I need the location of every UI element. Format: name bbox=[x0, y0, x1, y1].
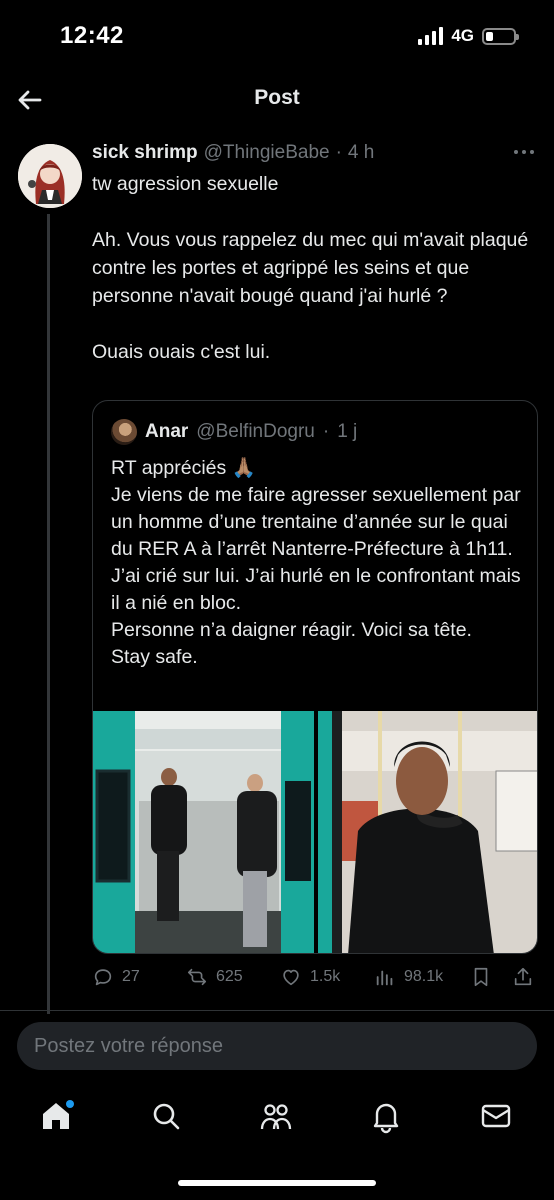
reply-icon bbox=[94, 969, 112, 986]
messages-icon bbox=[481, 1104, 511, 1128]
more-options-button[interactable] bbox=[514, 150, 534, 154]
divider bbox=[0, 1010, 554, 1011]
like-button[interactable]: 1.5k bbox=[280, 966, 340, 988]
author-name[interactable]: sick shrimp bbox=[92, 142, 198, 164]
status-time: 12:42 bbox=[60, 22, 124, 49]
quote-media bbox=[93, 711, 537, 953]
post-separator: · bbox=[335, 142, 342, 163]
quote-author-name: Anar bbox=[145, 421, 189, 442]
quote-header: Anar @BelfinDogru · 1 j bbox=[111, 419, 357, 445]
notifications-icon bbox=[373, 1103, 399, 1134]
nav-communities[interactable] bbox=[258, 1098, 294, 1134]
signal-icon bbox=[418, 27, 444, 45]
home-notification-dot bbox=[66, 1100, 74, 1108]
reply-input[interactable]: Postez votre réponse bbox=[17, 1022, 537, 1070]
author-handle[interactable]: @ThingieBabe bbox=[204, 142, 330, 164]
status-indicators: 4G bbox=[418, 26, 519, 46]
quote-time: 1 j bbox=[337, 421, 358, 442]
heart-icon bbox=[283, 969, 299, 986]
nav-search[interactable] bbox=[148, 1098, 184, 1134]
share-icon bbox=[514, 967, 532, 986]
home-indicator bbox=[178, 1180, 376, 1186]
repost-icon bbox=[187, 968, 207, 986]
network-type: 4G bbox=[451, 26, 474, 45]
quote-image-2[interactable] bbox=[318, 711, 537, 953]
repost-count: 625 bbox=[216, 968, 243, 985]
battery-icon bbox=[482, 27, 519, 45]
reply-button[interactable]: 27 bbox=[92, 966, 140, 988]
avatar-illustration bbox=[18, 144, 82, 208]
bookmark-button[interactable] bbox=[470, 966, 492, 988]
quote-text: RT appréciés 🙏🏽 Je viens de me faire agr… bbox=[111, 457, 521, 668]
post-text-line: Ouais ouais c'est lui. bbox=[92, 341, 271, 363]
post-text: tw agression sexuelle Ah. Vous vous rapp… bbox=[92, 170, 532, 366]
quoted-post[interactable]: Anar @BelfinDogru · 1 j RT appréciés 🙏🏽 … bbox=[92, 400, 538, 954]
post-text-line: tw agression sexuelle bbox=[92, 173, 279, 195]
views-button[interactable]: 98.1k bbox=[374, 966, 443, 988]
bookmark-icon bbox=[474, 967, 488, 987]
nav-home[interactable] bbox=[38, 1098, 74, 1134]
repost-button[interactable]: 625 bbox=[186, 966, 243, 988]
train-interior-photo bbox=[318, 711, 537, 953]
page-title: Post bbox=[254, 86, 300, 109]
views-icon bbox=[376, 970, 393, 986]
quote-image-1[interactable] bbox=[93, 711, 314, 953]
bottom-nav bbox=[0, 1090, 554, 1150]
view-count: 98.1k bbox=[404, 968, 444, 985]
like-count: 1.5k bbox=[310, 968, 341, 985]
more-dots-icon bbox=[514, 150, 518, 154]
quote-separator: · bbox=[322, 421, 330, 442]
post-header: sick shrimp @ThingieBabe · 4 h bbox=[92, 142, 374, 164]
search-icon bbox=[153, 1103, 180, 1130]
author-avatar[interactable] bbox=[18, 144, 82, 208]
post: sick shrimp @ThingieBabe · 4 h tw agress… bbox=[0, 138, 554, 1014]
reply-count: 27 bbox=[122, 968, 140, 985]
share-button[interactable] bbox=[512, 966, 534, 988]
communities-icon bbox=[260, 1104, 292, 1130]
nav-messages[interactable] bbox=[478, 1098, 514, 1134]
quote-avatar bbox=[111, 419, 137, 445]
status-bar: 12:42 4G bbox=[0, 0, 554, 72]
nav-notifications[interactable] bbox=[368, 1098, 404, 1134]
train-door-photo bbox=[93, 711, 314, 953]
post-time: 4 h bbox=[347, 142, 375, 163]
quote-author-handle: @BelfinDogru bbox=[196, 421, 315, 442]
post-actions: 27 625 1.5k 98.1k bbox=[92, 966, 538, 998]
thread-line bbox=[47, 214, 50, 1014]
post-text-line: Ah. Vous vous rappelez du mec qui m'avai… bbox=[92, 229, 529, 307]
header: Post bbox=[0, 72, 554, 128]
